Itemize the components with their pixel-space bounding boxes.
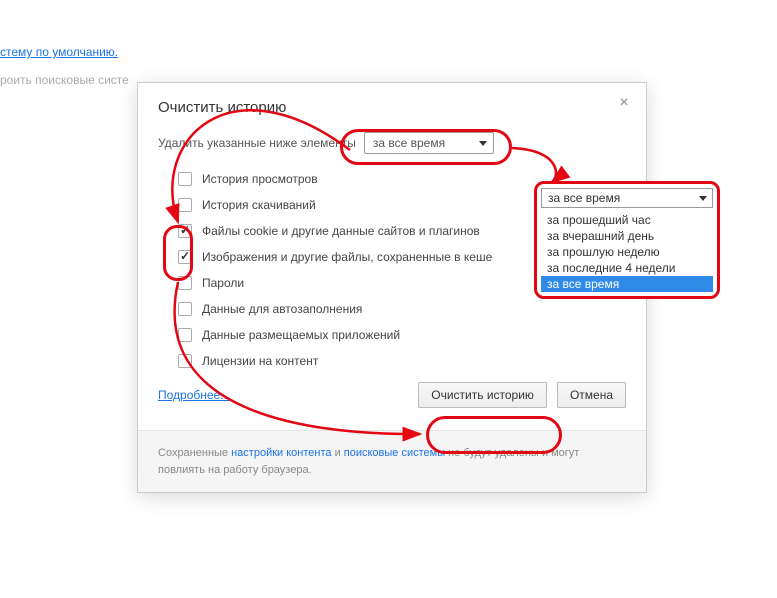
footer-text-mid: и bbox=[332, 447, 344, 459]
checkbox-label: Лицензии на контент bbox=[202, 354, 318, 368]
checkbox-label: Файлы cookie и другие данные сайтов и пл… bbox=[202, 224, 480, 238]
checkbox-label: Данные размещаемых приложений bbox=[202, 328, 400, 342]
time-range-dropdown-open: за все время за прошедший час за вчерашн… bbox=[534, 181, 720, 299]
background-links: стему по умолчанию. роить поисковые сист… bbox=[0, 45, 129, 87]
footer-link-search-engines[interactable]: поисковые системы bbox=[344, 447, 445, 459]
checkbox-download-history[interactable] bbox=[178, 198, 192, 212]
dropdown-option-selected[interactable]: за все время bbox=[541, 276, 713, 292]
checkbox-row: Данные размещаемых приложений bbox=[178, 322, 626, 348]
clear-button[interactable]: Очистить историю bbox=[418, 382, 547, 408]
checkbox-browsing-history[interactable] bbox=[178, 172, 192, 186]
dialog-footer: Сохраненные настройки контента и поисков… bbox=[138, 430, 646, 492]
cancel-button[interactable]: Отмена bbox=[557, 382, 626, 408]
checkbox-passwords[interactable] bbox=[178, 276, 192, 290]
dialog-header: Очистить историю × bbox=[138, 83, 646, 122]
dialog-title: Очистить историю bbox=[158, 99, 286, 116]
footer-link-content-settings[interactable]: настройки контента bbox=[231, 447, 331, 459]
dropdown-selected-value: за все время bbox=[548, 191, 620, 205]
dropdown-option[interactable]: за последние 4 недели bbox=[541, 260, 713, 276]
time-range-label: Удалить указанные ниже элементы bbox=[158, 136, 356, 150]
checkbox-cache[interactable] bbox=[178, 250, 192, 264]
time-range-value: за все время bbox=[373, 136, 445, 150]
time-range-select[interactable]: за все время bbox=[364, 132, 494, 154]
checkbox-label: История скачиваний bbox=[202, 198, 316, 212]
checkbox-row: Лицензии на контент bbox=[178, 348, 626, 374]
dropdown-option[interactable]: за вчерашний день bbox=[541, 228, 713, 244]
checkbox-label: История просмотров bbox=[202, 172, 318, 186]
checkbox-row: Данные для автозаполнения bbox=[178, 296, 626, 322]
checkbox-label: Данные для автозаполнения bbox=[202, 302, 362, 316]
footer-text-pre: Сохраненные bbox=[158, 447, 231, 459]
checkbox-content-licenses[interactable] bbox=[178, 354, 192, 368]
checkbox-hosted-apps[interactable] bbox=[178, 328, 192, 342]
bg-link-default[interactable]: стему по умолчанию. bbox=[0, 45, 129, 59]
dropdown-selected[interactable]: за все время bbox=[541, 188, 713, 208]
checkbox-label: Пароли bbox=[202, 276, 244, 290]
checkbox-autofill[interactable] bbox=[178, 302, 192, 316]
checkbox-label: Изображения и другие файлы, сохраненные … bbox=[202, 250, 492, 264]
close-icon[interactable]: × bbox=[616, 95, 632, 111]
bg-link-search: роить поисковые систе bbox=[0, 73, 129, 87]
time-range-row: Удалить указанные ниже элементы за все в… bbox=[158, 132, 626, 154]
dropdown-option[interactable]: за прошедший час bbox=[541, 212, 713, 228]
dropdown-option[interactable]: за прошлую неделю bbox=[541, 244, 713, 260]
checkbox-cookies[interactable] bbox=[178, 224, 192, 238]
more-link[interactable]: Подробнее... bbox=[158, 388, 230, 402]
